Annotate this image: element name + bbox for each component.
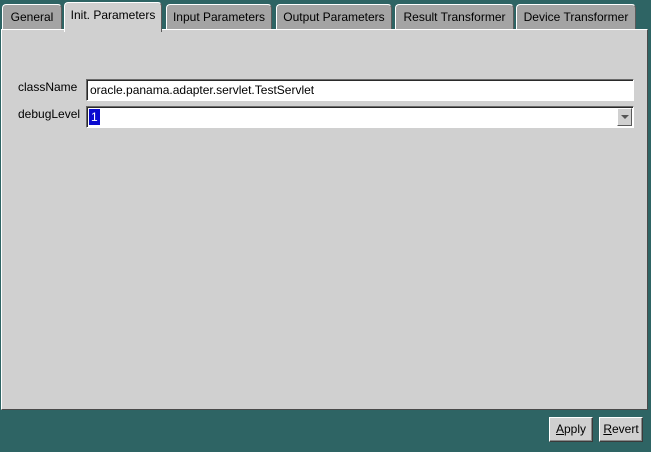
revert-mnemonic: R: [603, 422, 612, 436]
chevron-down-icon: [621, 115, 629, 119]
debuglevel-selected-value: 1: [89, 109, 100, 125]
apply-label: pply: [564, 422, 587, 436]
debuglevel-label: debugLevel: [18, 107, 81, 121]
tab-device-transformer[interactable]: Device Transformer: [516, 4, 636, 29]
init-parameters-panel: className debugLevel 1: [1, 29, 648, 410]
tab-input-parameters[interactable]: Input Parameters: [166, 4, 272, 29]
revert-label: evert: [611, 422, 639, 436]
apply-button[interactable]: Apply: [549, 417, 593, 442]
tab-output-parameters[interactable]: Output Parameters: [276, 4, 392, 29]
tab-bar: General Init. Parameters Input Parameter…: [0, 0, 651, 32]
debuglevel-combobox[interactable]: 1: [86, 106, 634, 128]
classname-label: className: [18, 80, 78, 94]
classname-field[interactable]: [86, 79, 634, 101]
revert-button[interactable]: Revert: [599, 417, 643, 442]
tab-general[interactable]: General: [2, 4, 62, 29]
apply-mnemonic: A: [555, 422, 564, 436]
debuglevel-dropdown-button[interactable]: [617, 108, 632, 126]
classname-input[interactable]: [90, 80, 633, 100]
tab-result-transformer[interactable]: Result Transformer: [395, 4, 514, 29]
tab-init-parameters[interactable]: Init. Parameters: [64, 2, 162, 32]
